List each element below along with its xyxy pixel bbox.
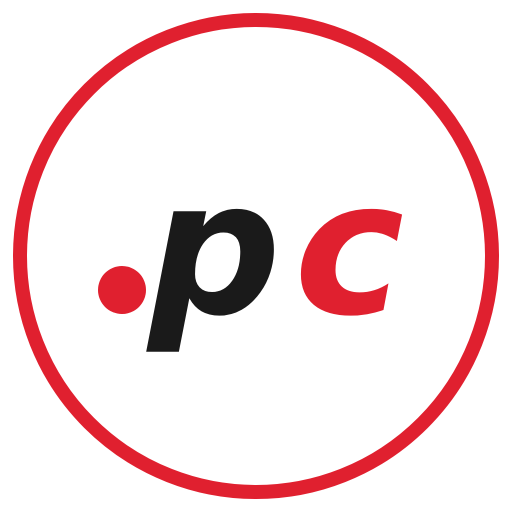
logo-letter-p: p <box>146 140 281 357</box>
pc-logo: p c <box>0 0 512 512</box>
logo-dot <box>98 266 146 314</box>
logo-letter-c: c <box>294 140 404 357</box>
pc-logo-svg: p c <box>13 13 499 499</box>
